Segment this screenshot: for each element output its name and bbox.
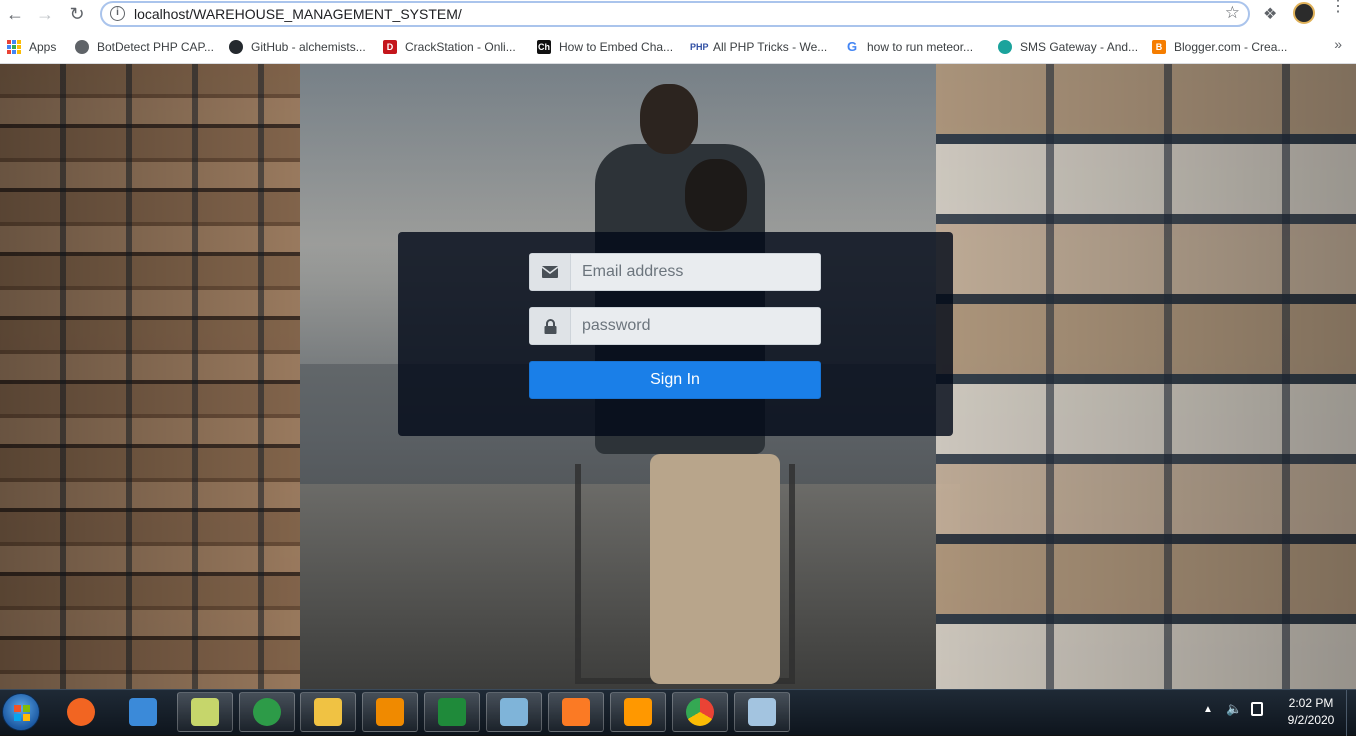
login-panel: Sign In — [398, 232, 953, 436]
bookmark-label: Apps — [29, 40, 57, 54]
clock-time: 2:02 PM — [1288, 696, 1334, 710]
bookmark-label: How to Embed Cha... — [559, 40, 674, 54]
file-explorer-icon — [314, 698, 342, 726]
taskbar-app-button[interactable] — [610, 692, 666, 732]
password-input[interactable] — [571, 308, 820, 344]
bookmarks-bar: Apps BotDetect PHP CAP... GitHub - alche… — [0, 30, 1356, 64]
system-clock[interactable]: 2:02 PM 9/2/2020 — [1278, 695, 1344, 729]
windows-logo-icon — [14, 705, 30, 721]
taskbar-app-button[interactable] — [362, 692, 418, 732]
github-icon — [229, 40, 243, 54]
back-arrow-icon[interactable]: ← — [4, 3, 26, 25]
clock-date: 9/2/2020 — [1287, 713, 1335, 727]
taskbar-app-button[interactable] — [239, 692, 295, 732]
address-url[interactable]: localhost/WAREHOUSE_MANAGEMENT_SYSTEM/ — [134, 6, 462, 22]
start-button[interactable] — [2, 693, 40, 731]
taskbar-app-button[interactable] — [177, 692, 233, 732]
book-app-icon — [500, 698, 528, 726]
ch-icon: Ch — [537, 40, 551, 54]
bookmark-label: All PHP Tricks - We... — [713, 40, 828, 54]
mongodb-compass-icon — [438, 698, 466, 726]
git-app-icon — [129, 698, 157, 726]
browser-menu-icon[interactable]: ⋮ — [1330, 0, 1346, 15]
network-icon[interactable] — [1251, 702, 1263, 716]
sublime-text-icon — [624, 698, 652, 726]
bookmark-label: CrackStation - Onli... — [405, 40, 516, 54]
reload-icon[interactable]: ↻ — [66, 3, 88, 25]
taskbar-app-button[interactable] — [300, 692, 356, 732]
profile-avatar[interactable] — [1293, 2, 1315, 24]
bookmark-star-icon[interactable]: ☆ — [1225, 3, 1240, 23]
php-icon: PHP — [690, 42, 709, 52]
bookmark-embed-chart[interactable]: Ch How to Embed Cha... — [537, 38, 673, 56]
bookmark-github[interactable]: GitHub - alchemists... — [229, 38, 366, 56]
bookmark-crackstation[interactable]: D CrackStation - Onli... — [383, 38, 516, 56]
email-field-group — [529, 253, 821, 291]
bookmark-apps[interactable]: Apps — [7, 38, 56, 56]
forward-arrow-icon[interactable]: → — [34, 3, 56, 25]
windows-taskbar: ▲ 🔈 2:02 PM 9/2/2020 — [0, 689, 1356, 736]
bookmark-label: SMS Gateway - And... — [1020, 40, 1139, 54]
bookmark-label: GitHub - alchemists... — [251, 40, 366, 54]
site-info-icon[interactable]: i — [110, 6, 125, 21]
bookmark-meteor[interactable]: G how to run meteor... — [845, 38, 973, 56]
taskbar-app-button[interactable] — [53, 692, 109, 732]
volume-icon[interactable]: 🔈 — [1226, 701, 1242, 717]
bookmark-blogger[interactable]: B Blogger.com - Crea... — [1152, 38, 1287, 56]
bookmark-label: Blogger.com - Crea... — [1174, 40, 1288, 54]
taskbar-app-button[interactable] — [115, 692, 171, 732]
blogger-icon: B — [1152, 40, 1166, 54]
tray-overflow-icon[interactable]: ▲ — [1203, 704, 1213, 715]
sms-icon — [998, 40, 1012, 54]
bookmark-php-tricks[interactable]: PHP All PHP Tricks - We... — [690, 38, 827, 56]
lock-icon — [530, 308, 571, 344]
taskbar-app-button[interactable] — [424, 692, 480, 732]
email-input[interactable] — [571, 254, 820, 290]
address-bar[interactable]: i localhost/WAREHOUSE_MANAGEMENT_SYSTEM/… — [100, 1, 1250, 27]
bookmarks-overflow-icon[interactable]: » — [1334, 36, 1342, 52]
bookmark-botdetect[interactable]: BotDetect PHP CAP... — [75, 38, 214, 56]
pen-app-icon — [67, 698, 95, 726]
bookmark-label: BotDetect PHP CAP... — [97, 40, 214, 54]
xampp-icon — [562, 698, 590, 726]
taskbar-app-button[interactable] — [734, 692, 790, 732]
taskbar-app-button[interactable] — [548, 692, 604, 732]
password-field-group — [529, 307, 821, 345]
extensions-puzzle-icon[interactable]: ❖ — [1263, 4, 1277, 24]
notes-app-icon — [191, 698, 219, 726]
crackstation-icon: D — [383, 40, 397, 54]
google-icon: G — [846, 39, 858, 54]
apps-grid-icon — [7, 40, 21, 54]
browser-toolbar: ← → ↻ i localhost/WAREHOUSE_MANAGEMENT_S… — [0, 0, 1356, 30]
globe-icon — [75, 40, 89, 54]
bookmark-sms-gateway[interactable]: SMS Gateway - And... — [998, 38, 1138, 56]
sign-in-button[interactable]: Sign In — [529, 361, 821, 399]
bookmark-label: how to run meteor... — [867, 40, 974, 54]
envelope-icon — [530, 254, 571, 290]
paint-icon — [748, 698, 776, 726]
vlc-icon — [376, 698, 404, 726]
chrome-icon — [686, 698, 714, 726]
taskbar-app-button[interactable] — [486, 692, 542, 732]
mongodb-app-icon — [253, 698, 281, 726]
taskbar-app-button[interactable] — [672, 692, 728, 732]
show-desktop-button[interactable] — [1346, 690, 1356, 736]
